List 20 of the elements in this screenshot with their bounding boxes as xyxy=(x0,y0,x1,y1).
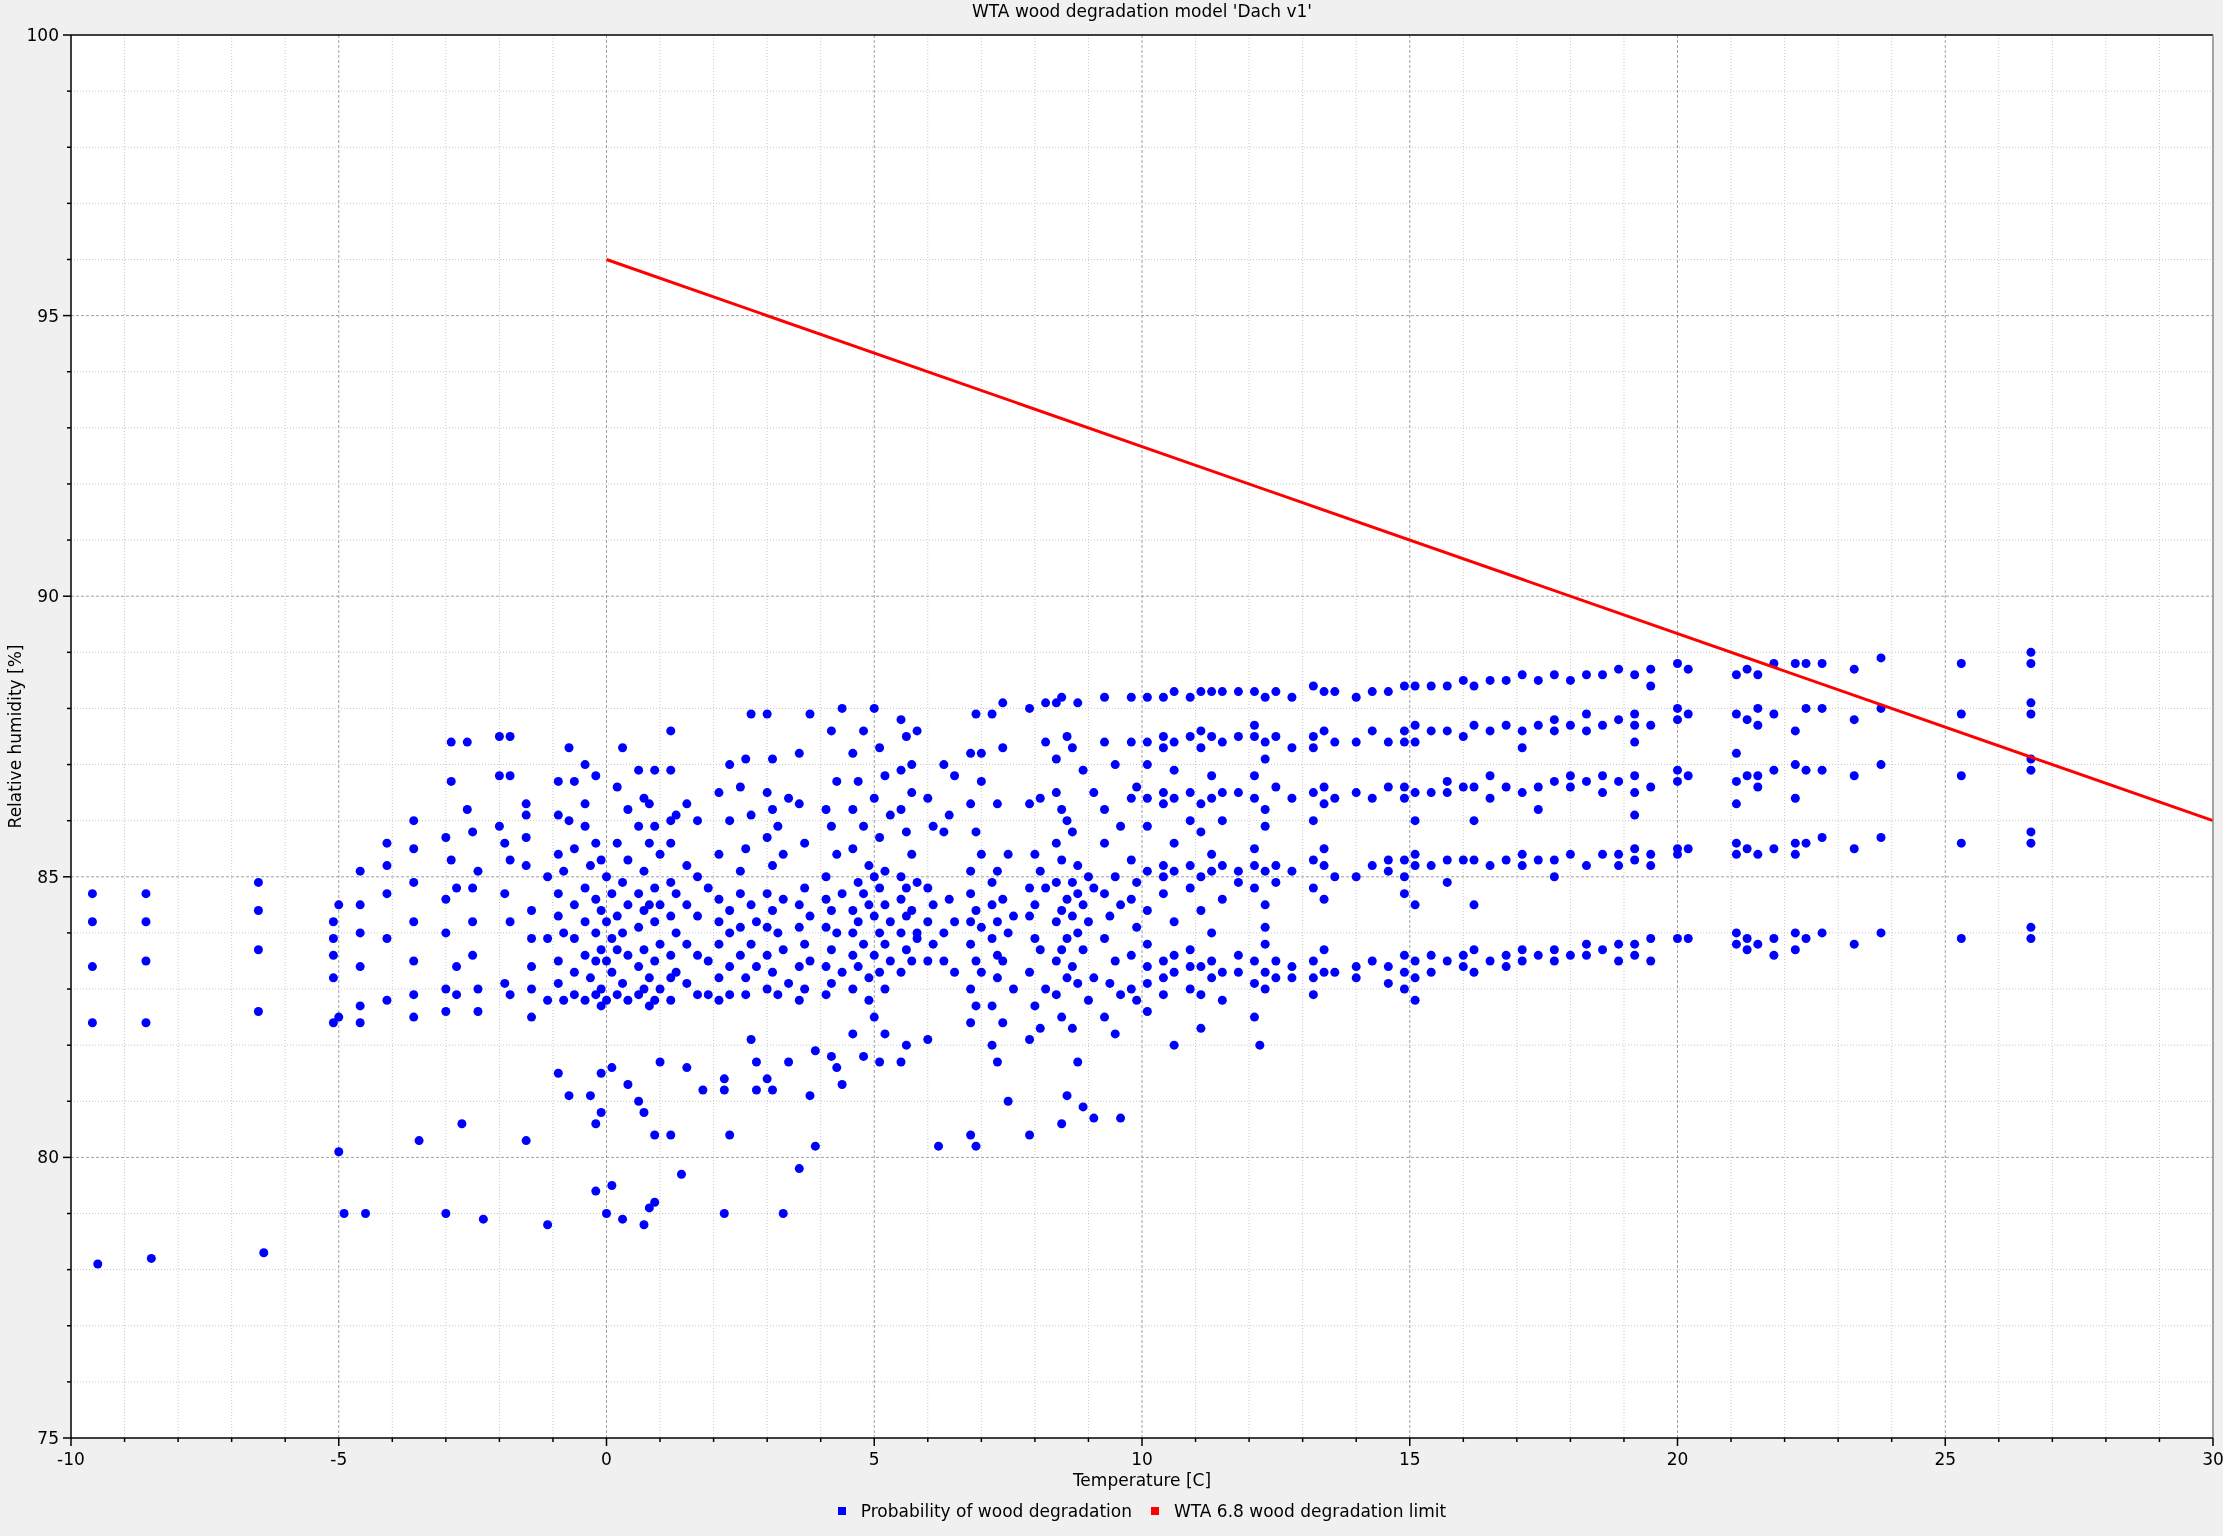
x-tick-label: 0 xyxy=(601,1449,612,1469)
x-tick-label: 10 xyxy=(1131,1449,1153,1469)
x-tick-label: 30 xyxy=(2202,1449,2223,1469)
x-tick-label: -10 xyxy=(57,1449,85,1469)
x-tick-label: 20 xyxy=(1666,1449,1689,1469)
legend-label: WTA 6.8 wood degradation limit xyxy=(1173,1501,1447,1521)
x-tick-label: 15 xyxy=(1398,1449,1421,1469)
y-tick-label: 75 xyxy=(37,1428,59,1448)
legend-label: Probability of wood degradation xyxy=(860,1501,1132,1521)
y-tick-label: 95 xyxy=(37,305,59,326)
y-tick-label: 80 xyxy=(37,1147,59,1168)
chart-title: WTA wood degradation model 'Dach v1' xyxy=(972,1,1312,21)
x-tick-label: 25 xyxy=(1934,1449,1957,1469)
y-tick-label: 100 xyxy=(26,25,59,45)
x-axis-title: Temperature [C] xyxy=(1072,1470,1212,1490)
y-tick-label: 90 xyxy=(37,586,59,607)
x-tick-label: 5 xyxy=(868,1449,880,1469)
y-tick-label: 85 xyxy=(37,866,59,887)
y-axis-title: Relative humidity [%] xyxy=(5,644,25,829)
x-tick-label: -5 xyxy=(330,1449,348,1469)
